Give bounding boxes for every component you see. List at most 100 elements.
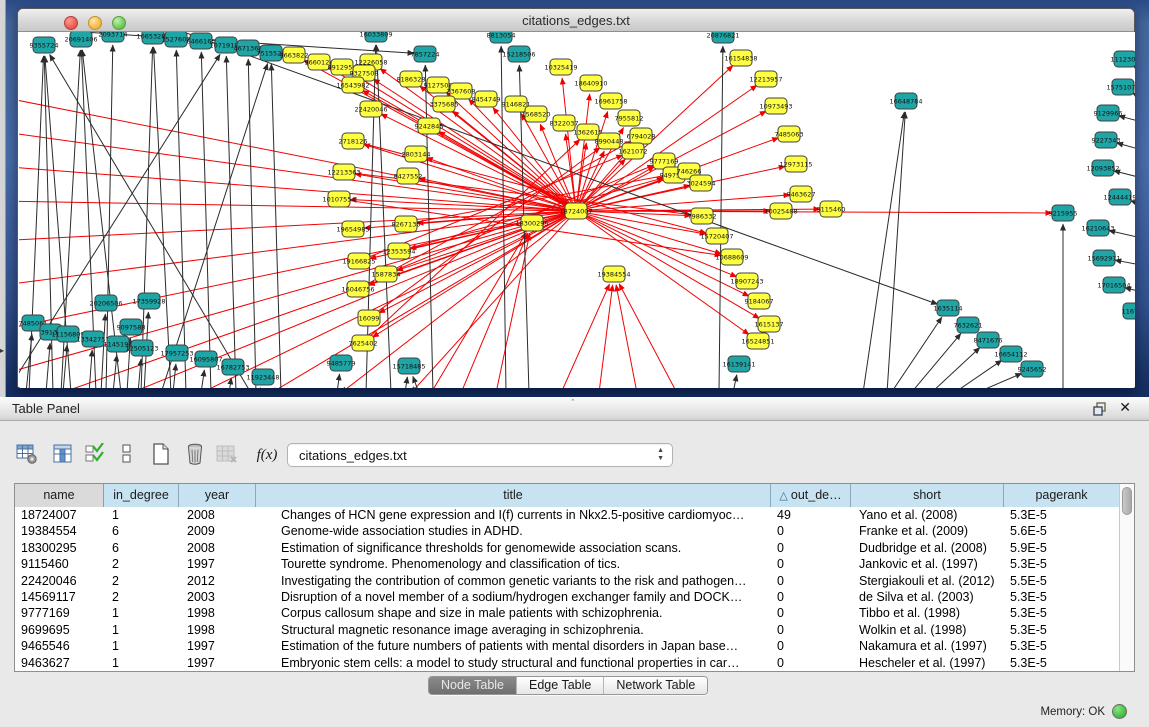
- table-cell[interactable]: 0: [771, 638, 851, 654]
- table-cell[interactable]: Wolkin et al. (1998): [851, 622, 1004, 638]
- table-cell[interactable]: 5.3E-5: [1004, 507, 1120, 523]
- tab-network-table[interactable]: Network Table: [604, 677, 707, 694]
- graph-node[interactable]: 16648784: [889, 93, 922, 109]
- graph-node[interactable]: 2803144: [402, 146, 431, 162]
- column-header-out_de[interactable]: △ out_de…: [771, 484, 851, 507]
- graph-node[interactable]: 15751074: [1106, 79, 1135, 95]
- table-row[interactable]: 1456911722003Disruption of a novel membe…: [15, 589, 1120, 605]
- graph-node[interactable]: 15720407: [700, 228, 733, 244]
- graph-node[interactable]: 16099: [358, 310, 380, 326]
- table-row[interactable]: 946554611997Estimation of the future num…: [15, 638, 1120, 654]
- graph-node[interactable]: 16210643: [1081, 220, 1114, 236]
- graph-node[interactable]: 1635114: [934, 300, 963, 316]
- table-cell[interactable]: 0: [771, 573, 851, 589]
- graph-node[interactable]: 20876821: [706, 32, 739, 43]
- graph-node[interactable]: 17359928: [132, 293, 165, 309]
- graph-node[interactable]: 9242845: [415, 118, 444, 134]
- scrollbar-thumb[interactable]: [1122, 487, 1132, 515]
- graph-node[interactable]: 16524851: [741, 333, 774, 349]
- table-cell[interactable]: Structural magnetic resonance image aver…: [256, 622, 771, 638]
- select-all-columns-button[interactable]: [82, 441, 108, 469]
- table-cell[interactable]: 2003: [179, 589, 256, 605]
- graph-node[interactable]: 15692971: [1087, 250, 1120, 266]
- table-cell[interactable]: 5.6E-5: [1004, 523, 1120, 539]
- table-cell[interactable]: 0: [771, 589, 851, 605]
- graph-node[interactable]: 18907243: [730, 273, 763, 289]
- table-cell[interactable]: Estimation of significance thresholds fo…: [256, 540, 771, 556]
- graph-node[interactable]: 12093852: [1086, 160, 1119, 176]
- graph-node[interactable]: 15718485: [392, 358, 425, 374]
- table-cell[interactable]: 1998: [179, 605, 256, 621]
- show-columns-button[interactable]: [50, 441, 76, 469]
- table-cell[interactable]: Stergiakouli et al. (2012): [851, 573, 1004, 589]
- table-cell[interactable]: 2009: [179, 523, 256, 539]
- table-cell[interactable]: 1997: [179, 556, 256, 572]
- table-row[interactable]: 911546021997Tourette syndrome. Phenomeno…: [15, 556, 1120, 572]
- table-cell[interactable]: 1: [104, 622, 179, 638]
- graph-node[interactable]: 9215955: [1049, 205, 1078, 221]
- table-cell[interactable]: Yano et al. (2008): [851, 507, 1004, 523]
- graph-node[interactable]: 8186328: [397, 71, 426, 87]
- graph-node[interactable]: 2718126: [339, 133, 368, 149]
- column-header-name[interactable]: name: [15, 484, 104, 507]
- create-new-table-button[interactable]: [148, 441, 174, 469]
- table-cell[interactable]: 1: [104, 507, 179, 523]
- table-cell[interactable]: Estimation of the future numbers of pati…: [256, 638, 771, 654]
- table-cell[interactable]: 5.3E-5: [1004, 638, 1120, 654]
- table-cell[interactable]: 18300295: [15, 540, 104, 556]
- table-cell[interactable]: Tourette syndrome. Phenomenology and cla…: [256, 556, 771, 572]
- graph-node[interactable]: 9097588: [117, 319, 146, 335]
- table-cell[interactable]: 5.3E-5: [1004, 589, 1120, 605]
- table-cell[interactable]: 2: [104, 556, 179, 572]
- graph-node[interactable]: 7857224: [411, 46, 440, 62]
- left-splitter-strip[interactable]: ▸: [0, 0, 6, 397]
- graph-node[interactable]: 12444419: [1103, 189, 1135, 205]
- graph-node[interactable]: 16154838: [724, 50, 757, 66]
- table-cell[interactable]: 2008: [179, 540, 256, 556]
- table-row[interactable]: 1872400712008Changes of HCN gene express…: [15, 507, 1120, 523]
- table-cell[interactable]: 18724007: [15, 507, 104, 523]
- graph-node[interactable]: 8427552: [394, 168, 423, 184]
- close-panel-icon[interactable]: ✕: [1119, 399, 1131, 416]
- table-cell[interactable]: 0: [771, 655, 851, 671]
- graph-node[interactable]: 9115460: [817, 201, 846, 217]
- table-cell[interactable]: Jankovic et al. (1997): [851, 556, 1004, 572]
- column-header-short[interactable]: short: [851, 484, 1004, 507]
- graph-node[interactable]: 8267130: [392, 216, 421, 232]
- graph-node[interactable]: 19384554: [597, 266, 630, 282]
- table-row[interactable]: 946362711997Embryonic stem cells: a mode…: [15, 655, 1120, 671]
- graph-node[interactable]: 8471676: [974, 332, 1003, 348]
- graph-node[interactable]: 2093714: [99, 32, 128, 42]
- graph-node[interactable]: 20691406: [64, 32, 97, 47]
- table-cell[interactable]: 49: [771, 507, 851, 523]
- window-titlebar[interactable]: citations_edges.txt: [18, 9, 1134, 32]
- table-row[interactable]: 1938455462009Genome-wide association stu…: [15, 523, 1120, 539]
- table-row[interactable]: 1830029562008Estimation of significance …: [15, 540, 1120, 556]
- table-cell[interactable]: 0: [771, 605, 851, 621]
- graph-node[interactable]: 7485063: [775, 126, 804, 142]
- table-row[interactable]: 977716911998Corpus callosum shape and si…: [15, 605, 1120, 621]
- table-cell[interactable]: 5.5E-5: [1004, 573, 1120, 589]
- table-cell[interactable]: 1998: [179, 622, 256, 638]
- graph-node[interactable]: 20206506: [89, 295, 122, 311]
- tab-node-table[interactable]: Node Table: [429, 677, 517, 694]
- table-cell[interactable]: 5.3E-5: [1004, 655, 1120, 671]
- graph-node[interactable]: 1568520: [522, 106, 551, 122]
- table-cell[interactable]: 9115460: [15, 556, 104, 572]
- graph-node[interactable]: 10325419: [544, 59, 577, 75]
- graph-node[interactable]: 16961758: [594, 93, 627, 109]
- table-cell[interactable]: 0: [771, 523, 851, 539]
- graph-node[interactable]: 6794028: [627, 128, 656, 144]
- tab-edge-table[interactable]: Edge Table: [517, 677, 604, 694]
- column-header-pagerank[interactable]: pagerank: [1004, 484, 1120, 507]
- graph-node[interactable]: 7632621: [954, 317, 983, 333]
- table-cell[interactable]: 5.3E-5: [1004, 556, 1120, 572]
- table-cell[interactable]: 14569117: [15, 589, 104, 605]
- graph-node[interactable]: 1587834: [372, 266, 401, 282]
- table-cell[interactable]: Nakamura et al. (1997): [851, 638, 1004, 654]
- graph-node[interactable]: 116753: [1122, 303, 1135, 319]
- column-header-title[interactable]: title: [256, 484, 771, 507]
- table-cell[interactable]: Corpus callosum shape and size in male p…: [256, 605, 771, 621]
- table-cell[interactable]: 2: [104, 573, 179, 589]
- table-cell[interactable]: Embryonic stem cells: a model to study s…: [256, 655, 771, 671]
